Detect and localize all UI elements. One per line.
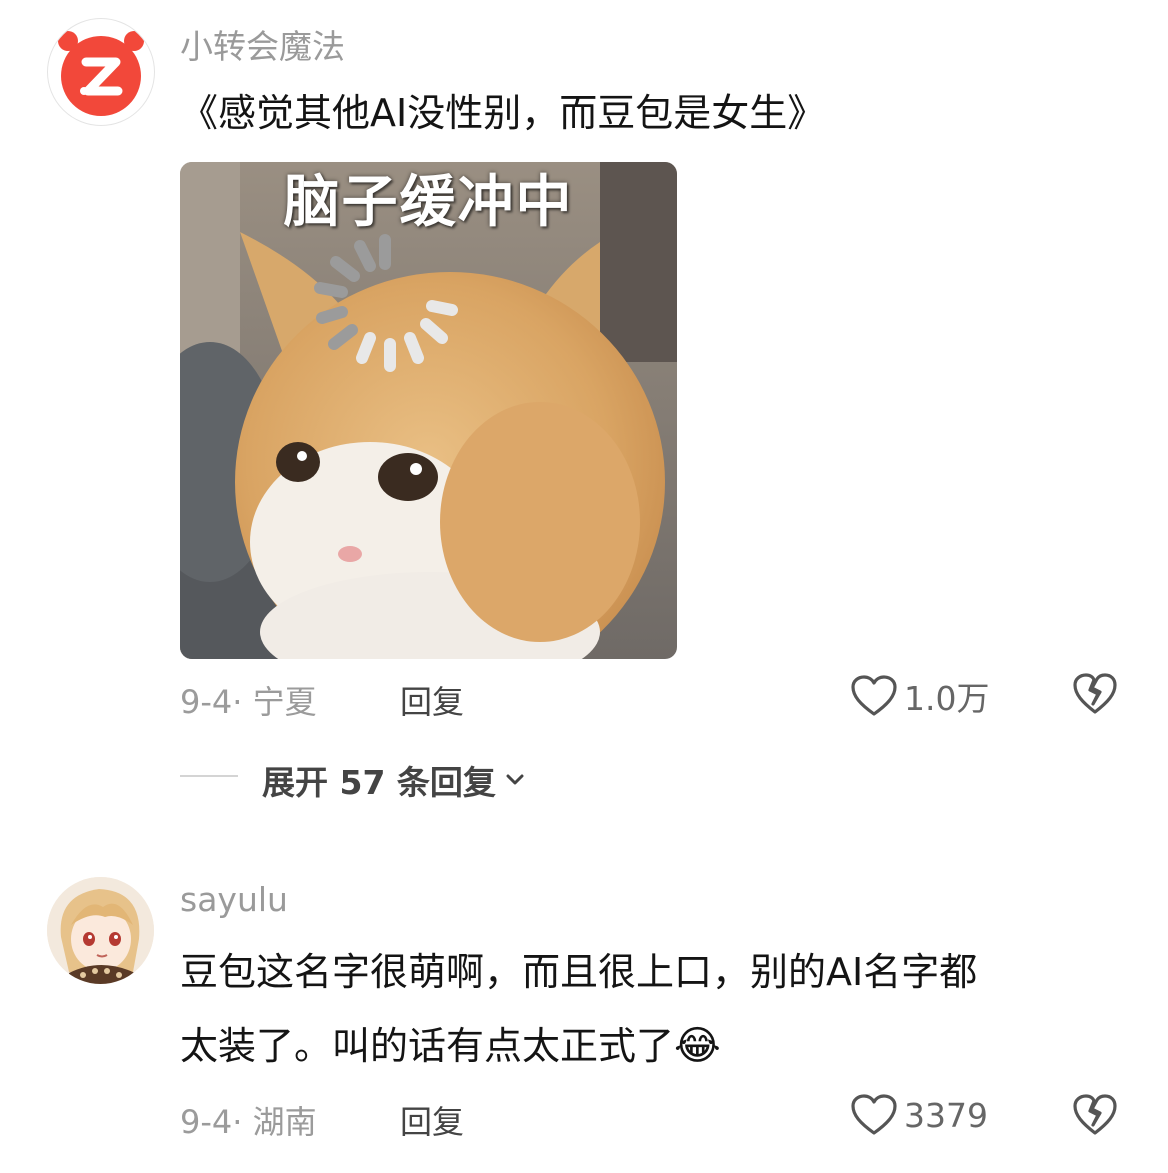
expand-replies-button[interactable]: 展开 57 条回复 (262, 756, 526, 804)
avatar-sayulu[interactable] (47, 877, 154, 984)
comment-username[interactable]: 小转会魔法 (180, 20, 345, 68)
app-logo-icon (58, 31, 144, 116)
comment-location: 湖南 (252, 1103, 317, 1141)
anime-avatar-image (47, 877, 154, 984)
like-button[interactable]: 1.0万 (850, 672, 989, 720)
comment-image[interactable]: 脑子缓冲中 (180, 162, 677, 659)
avatar-xiaozhuan[interactable] (47, 18, 155, 126)
reply-button[interactable]: 回复 (400, 677, 464, 723)
image-caption: 脑子缓冲中 (283, 170, 574, 235)
comment-date: 9-4 (180, 1103, 233, 1141)
expand-replies-label: 展开 57 条回复 (262, 763, 496, 802)
reply-button[interactable]: 回复 (400, 1097, 464, 1143)
comment-username[interactable]: sayulu (180, 880, 288, 919)
like-count: 3379 (904, 1095, 988, 1135)
heart-icon (851, 1094, 897, 1135)
comment-text-line-1: 豆包这名字很萌啊，而且很上口，别的AI名字都 (180, 950, 978, 994)
laughing-emoji-icon: 😂 (674, 1023, 721, 1069)
comment-meta: 9-4· 宁夏 (180, 683, 317, 721)
comment-text-line-2: 太装了。叫的话有点太正式了😂 (180, 1009, 721, 1083)
heart-icon (851, 675, 897, 716)
comment-text: 《感觉其他AI没性别，而豆包是女生》 (180, 91, 826, 135)
dislike-button[interactable] (1072, 672, 1118, 720)
expand-divider (180, 775, 238, 777)
like-count: 1.0万 (904, 679, 990, 718)
chevron-down-icon (506, 774, 524, 785)
comment-meta: 9-4· 湖南 (180, 1103, 317, 1141)
comment-location: 宁夏 (252, 683, 317, 721)
like-button[interactable]: 3379 (850, 1093, 988, 1137)
broken-heart-icon (1073, 673, 1117, 714)
comment-date: 9-4 (180, 683, 233, 721)
dislike-button[interactable] (1072, 1093, 1118, 1141)
broken-heart-icon (1073, 1094, 1117, 1135)
comment-text-line-2-text: 太装了。叫的话有点太正式了 (180, 1024, 675, 1068)
